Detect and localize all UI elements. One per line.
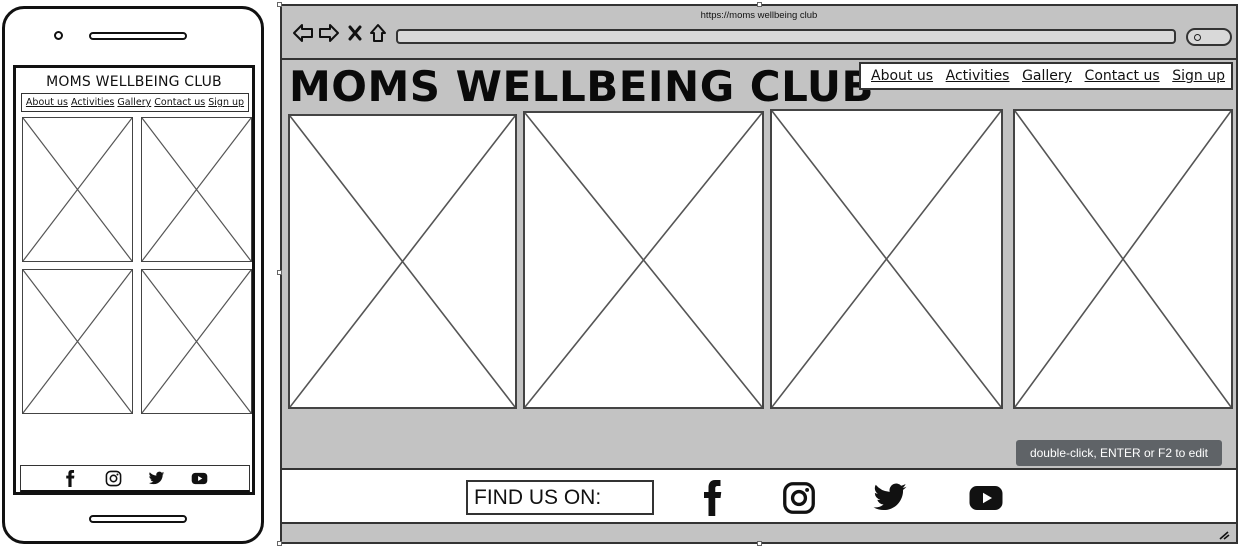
phone-camera bbox=[54, 31, 63, 40]
phone-speaker bbox=[89, 32, 187, 40]
desktop-image-placeholder bbox=[288, 114, 517, 409]
selection-handle[interactable] bbox=[277, 270, 282, 275]
selection-handle[interactable] bbox=[757, 2, 762, 7]
find-us-label: FIND US ON: bbox=[466, 480, 654, 515]
desktop-browser-wireframe: https://moms wellbeing club MOMS WELLBEI… bbox=[280, 4, 1238, 544]
nav-signup-link[interactable]: Sign up bbox=[1172, 68, 1225, 84]
home-icon[interactable] bbox=[368, 22, 388, 44]
mobile-nav-contact[interactable]: Contact us bbox=[154, 97, 205, 108]
mobile-site-title: MOMS WELLBEING CLUB bbox=[46, 74, 222, 90]
selection-handle[interactable] bbox=[277, 541, 282, 546]
forward-arrow-icon[interactable] bbox=[318, 22, 340, 44]
mobile-image-placeholder bbox=[141, 269, 252, 414]
mobile-image-placeholder bbox=[22, 117, 133, 262]
desktop-footer: FIND US ON: bbox=[282, 468, 1236, 524]
mobile-wireframe: MOMS WELLBEING CLUB About us Activities … bbox=[2, 6, 264, 544]
twitter-icon[interactable] bbox=[872, 480, 908, 516]
facebook-icon[interactable] bbox=[62, 469, 79, 487]
instagram-icon[interactable] bbox=[781, 480, 817, 516]
youtube-icon[interactable] bbox=[191, 470, 208, 487]
instagram-icon[interactable] bbox=[105, 470, 122, 487]
edit-hint-tooltip: double-click, ENTER or F2 to edit bbox=[1016, 440, 1222, 466]
mobile-nav: About us Activities Gallery Contact us S… bbox=[21, 93, 249, 112]
selection-handle[interactable] bbox=[277, 2, 282, 7]
mobile-nav-activities[interactable]: Activities bbox=[71, 97, 114, 108]
browser-search-button[interactable] bbox=[1186, 28, 1232, 46]
mobile-image-placeholder bbox=[22, 269, 133, 414]
desktop-image-placeholder bbox=[770, 109, 1003, 409]
youtube-icon[interactable] bbox=[968, 480, 1004, 516]
nav-about-link[interactable]: About us bbox=[871, 68, 933, 84]
selection-handle[interactable] bbox=[757, 541, 762, 546]
nav-activities-link[interactable]: Activities bbox=[946, 68, 1010, 84]
mobile-nav-about[interactable]: About us bbox=[26, 97, 68, 108]
back-arrow-icon[interactable] bbox=[292, 22, 314, 44]
desktop-site-title: MOMS WELLBEING CLUB bbox=[289, 62, 874, 111]
desktop-image-placeholder bbox=[1013, 109, 1233, 409]
desktop-image-placeholder bbox=[523, 111, 764, 409]
nav-contact-link[interactable]: Contact us bbox=[1085, 68, 1160, 84]
twitter-icon[interactable] bbox=[148, 470, 165, 487]
browser-url: https://moms wellbeing club bbox=[700, 10, 818, 21]
desktop-nav: About us Activities Gallery Contact us S… bbox=[859, 62, 1233, 90]
search-icon bbox=[1194, 34, 1201, 41]
close-icon[interactable] bbox=[348, 22, 362, 44]
mobile-nav-gallery[interactable]: Gallery bbox=[117, 97, 151, 108]
browser-chrome-divider bbox=[282, 58, 1236, 60]
phone-home-bar bbox=[89, 515, 187, 523]
resize-grip-icon[interactable] bbox=[1218, 530, 1230, 540]
mobile-footer bbox=[20, 465, 250, 493]
mobile-image-placeholder bbox=[141, 117, 252, 262]
address-bar[interactable] bbox=[396, 29, 1176, 44]
mobile-screen: MOMS WELLBEING CLUB About us Activities … bbox=[13, 65, 255, 495]
mobile-nav-signup[interactable]: Sign up bbox=[208, 97, 244, 108]
nav-gallery-link[interactable]: Gallery bbox=[1022, 68, 1072, 84]
facebook-icon[interactable] bbox=[695, 480, 731, 516]
